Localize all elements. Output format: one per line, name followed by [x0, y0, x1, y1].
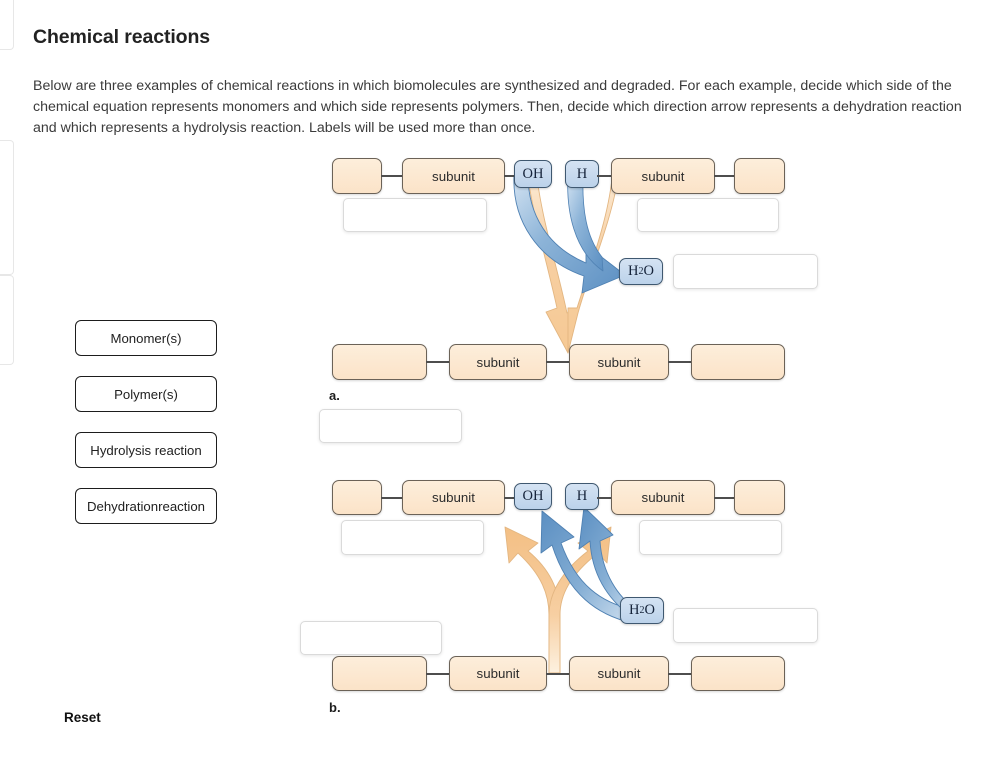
diagram-b-letter: b.: [329, 700, 341, 715]
diagram-b-bottom-subunit-right: subunit: [569, 656, 669, 691]
diagram-b-bond-6: [546, 673, 570, 675]
diagram-b-top-blank-left: [332, 480, 382, 515]
diagram-b-bottom-blank-left: [332, 656, 427, 691]
diagram-b-top-subunit-right: subunit: [611, 480, 715, 515]
diagram-b-top-subunit-left: subunit: [402, 480, 505, 515]
drop-zone-b-top-right[interactable]: [639, 520, 782, 555]
diagram-b-bond-4: [714, 497, 735, 499]
diagram-b-h-atom: H: [565, 483, 599, 510]
drop-zone-b-bottom-left[interactable]: [300, 621, 442, 655]
diagram-b-bond-3: [597, 497, 612, 499]
water-formula-h-b: H: [629, 602, 640, 618]
diagram-b-top-blank-right: [734, 480, 785, 515]
water-formula-o-b: O: [644, 602, 655, 618]
diagram-b: subunit OH H subunit H2O subunit subunit…: [0, 0, 982, 764]
diagram-b-water-molecule: H2O: [620, 597, 664, 624]
diagram-b-bond-5: [426, 673, 450, 675]
diagram-b-bottom-blank-right: [691, 656, 785, 691]
diagram-b-bond-7: [668, 673, 692, 675]
worksheet-page: Chemical reactions Below are three examp…: [0, 0, 982, 764]
drop-zone-b-water[interactable]: [673, 608, 818, 643]
diagram-b-oh-group: OH: [514, 483, 552, 510]
drop-zone-b-top-left[interactable]: [341, 520, 484, 555]
diagram-b-bottom-subunit-left: subunit: [449, 656, 547, 691]
diagram-b-bond-1: [381, 497, 403, 499]
